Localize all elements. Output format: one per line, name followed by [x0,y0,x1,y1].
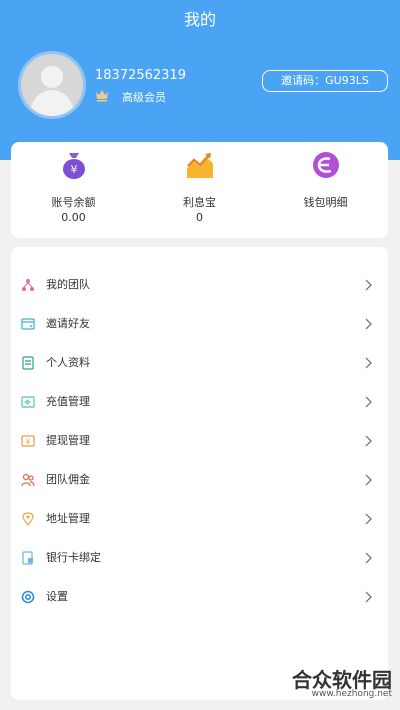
gear-icon [21,590,35,604]
menu-item-label: 邀请好友 [46,317,90,330]
withdraw-icon: ¥ [21,435,35,447]
menu-item-label: 我的团队 [46,278,90,291]
trend-chart-icon [187,153,213,178]
menu-item-label: 设置 [46,590,68,603]
team-icon [22,279,34,291]
menu-item-recharge[interactable]: 充值管理 [11,383,388,422]
menu-item-address[interactable]: 地址管理 [11,500,388,539]
profile-header: 我的 18372562319 高级会员 邀请码：GU93LS [0,0,400,160]
svg-text:¥: ¥ [26,438,31,446]
avatar[interactable] [18,51,86,119]
chevron-right-icon [365,552,372,564]
invite-icon [21,318,35,330]
menu-item-invite-friends[interactable]: 邀请好友 [11,305,388,344]
chevron-right-icon [365,318,372,330]
menu-item-label: 银行卡绑定 [46,551,101,564]
bank-card-icon [22,551,33,565]
user-phone: 18372562319 [95,68,186,83]
menu-item-label: 团队佣金 [46,473,90,486]
stat-label: 利息宝 [183,196,216,209]
menu-item-team-commission[interactable]: 团队佣金 [11,461,388,500]
stat-value: 0.00 [61,211,86,224]
stat-value: 0 [196,211,203,224]
chevron-right-icon [365,396,372,408]
stats-card: ¥ 账号余额 0.00 利息宝 0 钱包明细 [11,142,388,238]
menu-item-profile[interactable]: 个人资料 [11,344,388,383]
chevron-right-icon [365,513,372,525]
recharge-icon [21,396,35,408]
chevron-right-icon [365,435,372,447]
invite-code-badge[interactable]: 邀请码：GU93LS [262,70,388,92]
chevron-right-icon [365,279,372,291]
commission-icon [21,473,35,487]
wallet-detail-icon [313,152,339,178]
page-title: 我的 [183,10,216,29]
chevron-right-icon [365,474,372,486]
chevron-right-icon [365,357,372,369]
menu-item-settings[interactable]: 设置 [11,578,388,617]
menu-item-bank-card[interactable]: 银行卡绑定 [11,539,388,578]
profile-icon [22,356,34,370]
stat-wallet-detail[interactable]: 钱包明细 [263,142,388,238]
menu-item-my-team[interactable]: 我的团队 [11,266,388,305]
stat-interest[interactable]: 利息宝 0 [137,142,262,238]
svg-text:¥: ¥ [71,163,78,176]
menu-item-label: 提现管理 [46,434,90,447]
menu-item-withdraw[interactable]: ¥ 提现管理 [11,422,388,461]
menu-item-label: 地址管理 [46,512,90,525]
crown-icon [96,90,108,102]
money-bag-icon: ¥ [63,153,85,179]
menu-item-label: 个人资料 [46,356,90,369]
stat-balance[interactable]: ¥ 账号余额 0.00 [11,142,136,238]
stat-label: 账号余额 [51,196,96,209]
menu-list: 我的团队 邀请好友 个人资料 充值管理 ¥ 提现管理 团队佣金 地址管理 银行卡… [11,247,388,700]
location-icon [22,512,34,526]
member-level: 高级会员 [122,91,166,104]
avatar-silhouette-icon [29,66,75,116]
chevron-right-icon [365,591,372,603]
menu-item-label: 充值管理 [46,395,90,408]
stat-label: 钱包明细 [303,196,348,209]
watermark-url: www.hezhong.net [311,689,392,699]
